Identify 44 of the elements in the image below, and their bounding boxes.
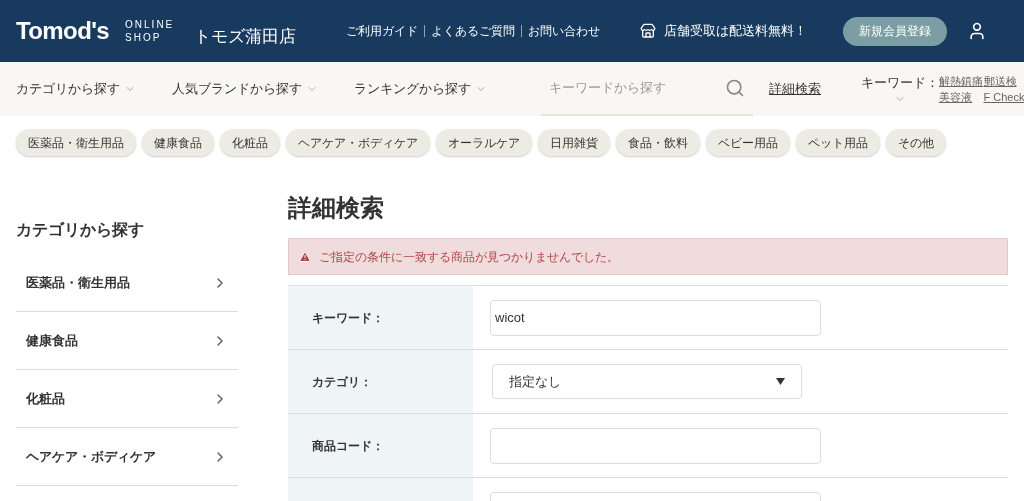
- header-link[interactable]: よくあるご質問: [431, 22, 516, 40]
- sidebar-item[interactable]: 医薬品・衛生用品: [16, 254, 238, 312]
- advanced-search-link[interactable]: 詳細検索: [769, 79, 821, 99]
- search-icon[interactable]: [725, 78, 745, 98]
- keyword-link[interactable]: 郵送検: [983, 72, 1024, 89]
- logo[interactable]: Tomod's: [16, 13, 110, 49]
- form-label: キーワード：: [312, 309, 384, 327]
- category-chip[interactable]: 健康食品: [142, 129, 214, 156]
- promo-text: 店舗受取は配送料無料！: [664, 22, 808, 41]
- warning-icon: [299, 250, 311, 263]
- page-title: 詳細検索: [288, 193, 385, 223]
- header-link[interactable]: お問い合わせ: [528, 22, 601, 40]
- category-chip[interactable]: 食品・飲料: [616, 129, 700, 156]
- category-chip[interactable]: ペット用品: [796, 129, 880, 156]
- category-chip[interactable]: その他: [886, 129, 946, 156]
- header-link[interactable]: ご利用ガイド: [346, 22, 419, 40]
- store-icon: [640, 23, 657, 39]
- nav-menu[interactable]: カテゴリから探す: [16, 79, 136, 99]
- search-field[interactable]: キーワードから探す: [549, 78, 725, 98]
- keyword-label: キーワード：: [861, 74, 939, 93]
- alert-text: ご指定の条件に一致する商品が見つかりませんでした。: [319, 248, 619, 266]
- sidebar-title: カテゴリから探す: [16, 220, 145, 240]
- logo-subtitle: ONLINE: [125, 18, 175, 31]
- category-chip[interactable]: 医薬品・衛生用品: [16, 129, 136, 156]
- category-select[interactable]: 指定なし: [492, 364, 802, 399]
- form-label: 商品コード：: [312, 437, 384, 455]
- category-chip[interactable]: オーラルケア: [436, 129, 532, 156]
- category-chip[interactable]: ベビー用品: [706, 129, 790, 156]
- keyword-link[interactable]: 美容液: [939, 89, 980, 106]
- sidebar-item[interactable]: 健康食品: [16, 312, 238, 370]
- category-chip[interactable]: 化粧品: [220, 129, 280, 156]
- dropdown-triangle-icon: [776, 378, 785, 385]
- keyword-link[interactable]: 解熱鎮痛: [939, 72, 980, 89]
- text-field[interactable]: wicot: [490, 299, 821, 336]
- sidebar-item[interactable]: 化粧品: [16, 370, 238, 428]
- category-chip[interactable]: 日用雑貨: [538, 129, 610, 156]
- form-label: カテゴリ：: [312, 373, 372, 391]
- logo-subtitle: SHOP: [125, 31, 163, 44]
- nav-menu[interactable]: 人気ブランドから探す: [172, 79, 318, 99]
- category-chip[interactable]: ヘアケア・ボディケア: [286, 129, 430, 156]
- store-name: トモズ蒲田店: [194, 26, 297, 49]
- sidebar-item[interactable]: ヘアケア・ボディケア: [16, 428, 238, 486]
- nav-menu[interactable]: ランキングから探す: [354, 79, 487, 99]
- keyword-link[interactable]: F Check: [983, 89, 1024, 106]
